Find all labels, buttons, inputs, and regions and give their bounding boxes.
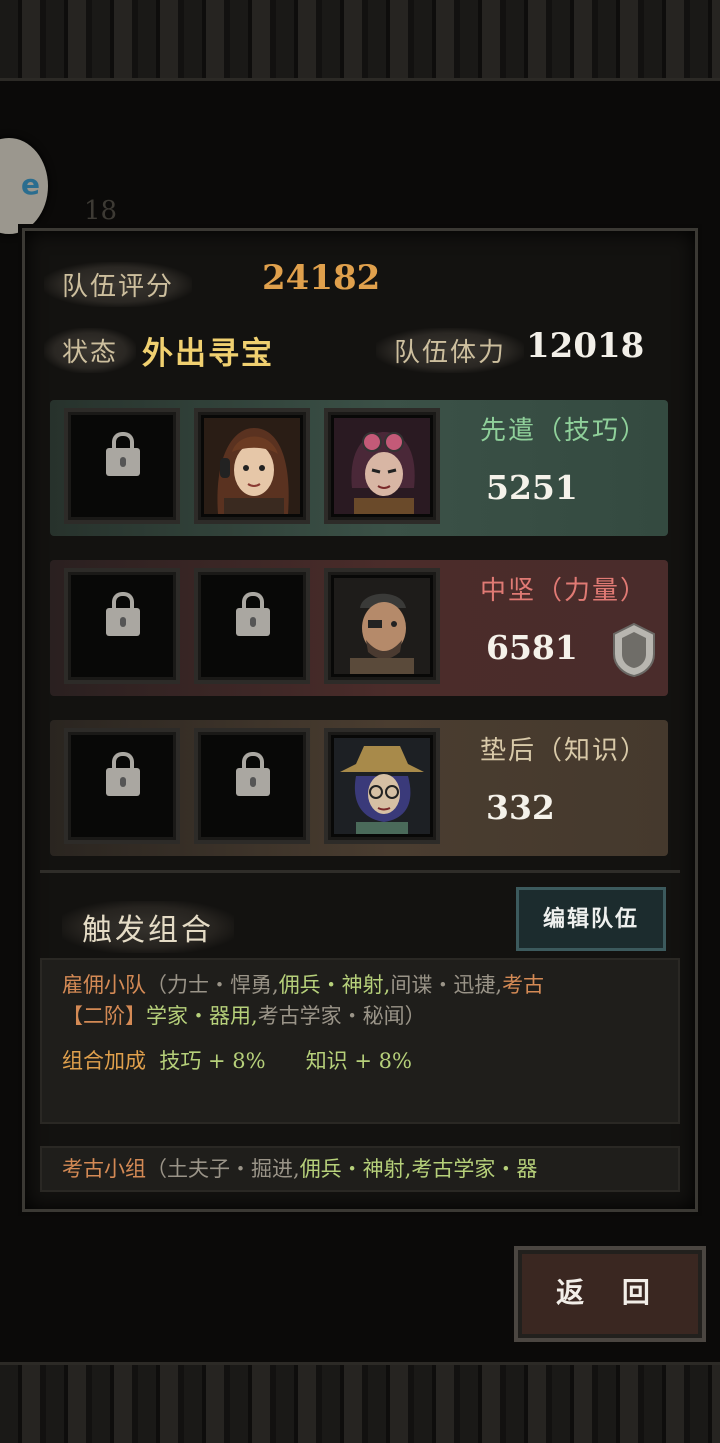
role-power-front: 5251 [486, 468, 578, 507]
combo-2-member: （土夫子・掘进, [146, 1157, 300, 1181]
combo-box-2: 考古小组（土夫子・掘进,佣兵・神射,考古学家・器 [40, 1146, 680, 1192]
role-label-front: 先遣（技巧） [480, 416, 649, 446]
stamina-label: 队伍体力 [376, 328, 525, 373]
lock-icon [236, 752, 270, 796]
hero-slot-locked[interactable] [64, 568, 180, 684]
combo-1-member: 间谍・迅捷, [390, 973, 503, 997]
squad-row-mid: 中坚（力量） 6581 [50, 560, 668, 696]
combo-1-member: 佣兵・神射, [278, 973, 391, 997]
hero-portrait-girl-headphones [204, 418, 300, 514]
combo-1-line-2: 【二阶】学家・器用,考古学家・秘闻） [62, 1001, 426, 1032]
hero-slot-2[interactable] [324, 408, 440, 524]
hero-portrait-eyepatch-man [334, 578, 430, 674]
role-power-back: 332 [486, 788, 555, 827]
hero-portrait-hat-scholar [334, 738, 430, 834]
combo-2-line-1: 考古小组（土夫子・掘进,佣兵・神射,考古学家・器 [62, 1154, 537, 1185]
hero-slot-1[interactable] [194, 408, 310, 524]
combo-2-name: 考古小组 [62, 1157, 146, 1181]
status-value: 外出寻宝 [142, 336, 274, 372]
combo-bonus-skill: 技巧 + 8% [159, 1049, 266, 1073]
combo-1-member: 学家・器用, [146, 1004, 258, 1028]
hero-slot-locked[interactable] [194, 568, 310, 684]
hero-slot-locked[interactable] [64, 728, 180, 844]
combo-box: 雇佣小队（力士・悍勇,佣兵・神射,间谍・迅捷,考古 【二阶】学家・器用,考古学家… [40, 958, 680, 1124]
combo-header: 触发组合 编辑队伍 [40, 870, 680, 953]
hero-slot-locked[interactable] [194, 728, 310, 844]
hero-slot-3[interactable] [324, 568, 440, 684]
top-decorative-border [0, 0, 720, 81]
hero-portrait-goggles-girl [334, 418, 430, 514]
shield-icon[interactable] [610, 622, 658, 678]
stamina-value: 12018 [526, 326, 645, 366]
game-logo-icon[interactable]: e [0, 138, 48, 234]
combo-bonus-knowledge: 知识 + 8% [305, 1049, 412, 1073]
hero-slot-4[interactable] [324, 728, 440, 844]
combo-1-member: 考古 [502, 973, 545, 997]
combo-2-member: 佣兵・神射, [299, 1157, 412, 1181]
combo-1-name: 雇佣小队 [62, 973, 146, 997]
squad-row-back: 垫后（知识） 332 [50, 720, 668, 856]
combo-1-line-1: 雇佣小队（力士・悍勇,佣兵・神射,间谍・迅捷,考古 [62, 970, 544, 1001]
role-label-back: 垫后（知识） [480, 736, 649, 766]
lock-icon [106, 592, 140, 636]
lock-icon [106, 752, 140, 796]
combo-bonus-line: 组合加成 技巧 + 8% 知识 + 8% [62, 1046, 412, 1077]
combo-bonus-label: 组合加成 [62, 1049, 146, 1073]
squad-row-front: 先遣（技巧） 5251 [50, 400, 668, 536]
back-button[interactable]: 返 回 [514, 1246, 706, 1342]
combo-1-tier: 【二阶】 [62, 1004, 146, 1028]
combo-2-member: 考古学家・器 [411, 1157, 538, 1181]
combo-1-member: （力士・悍勇, [146, 973, 279, 997]
bottom-decorative-border [0, 1362, 720, 1443]
lock-icon [106, 432, 140, 476]
edit-team-button[interactable]: 编辑队伍 [516, 887, 666, 951]
hero-slot-locked[interactable] [64, 408, 180, 524]
background-number: 18 [84, 196, 118, 226]
status-label: 状态 [44, 328, 137, 373]
team-score-label: 队伍评分 [44, 262, 193, 307]
combo-title: 触发组合 [62, 901, 234, 953]
role-power-mid: 6581 [486, 628, 578, 667]
lock-icon [236, 592, 270, 636]
combo-1-member: 考古学家・秘闻） [257, 1004, 426, 1028]
team-score-value: 24182 [262, 258, 381, 298]
role-label-mid: 中坚（力量） [480, 576, 649, 606]
